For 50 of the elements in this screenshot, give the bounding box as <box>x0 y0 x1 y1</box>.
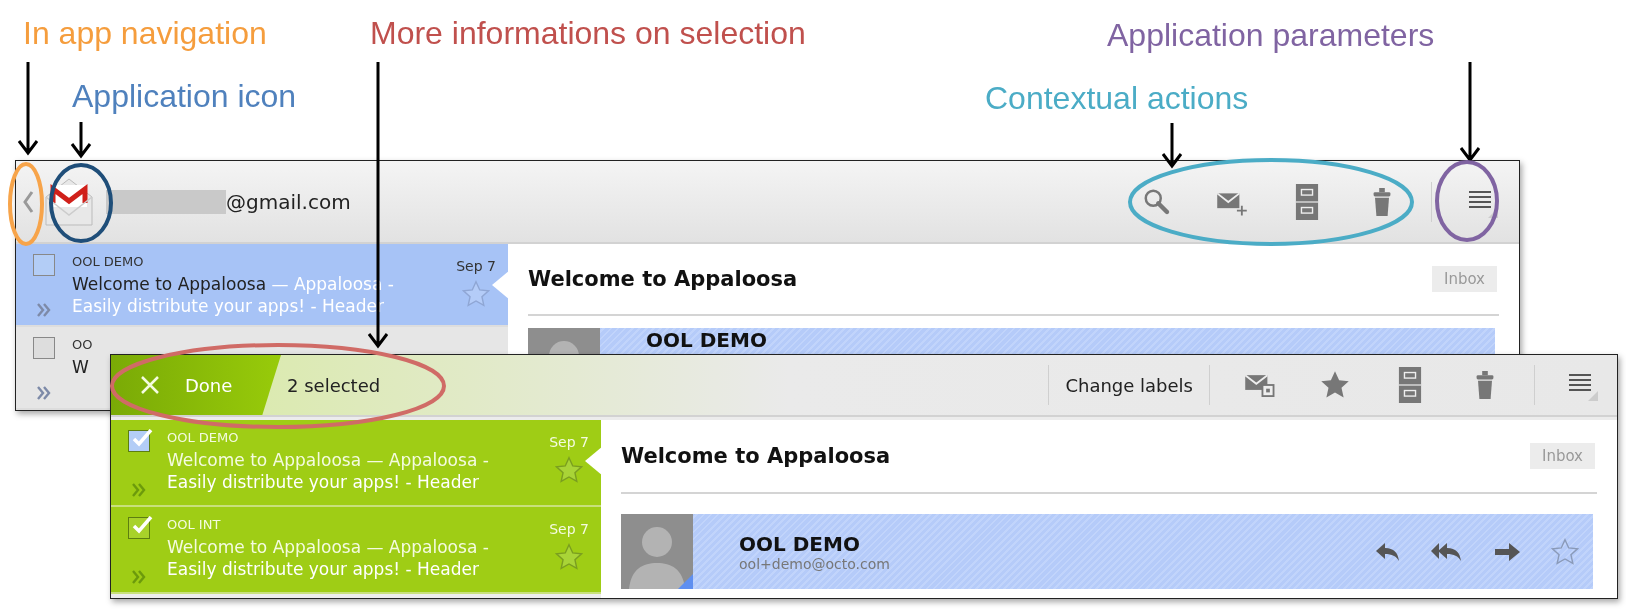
star-outline-icon[interactable] <box>555 456 583 484</box>
star-outline-icon[interactable] <box>462 280 490 308</box>
reply-all-icon[interactable] <box>1431 540 1463 563</box>
inbox-label[interactable]: Inbox <box>1431 266 1497 292</box>
expand-icon[interactable] <box>36 386 52 400</box>
annotation-arrow <box>70 120 92 159</box>
message-title: Welcome to Appaloosa <box>528 267 798 291</box>
annotation-label: Application icon <box>72 78 297 115</box>
annotation-label: Application parameters <box>1107 17 1435 54</box>
account-email: @gmail.com <box>226 189 351 214</box>
message-date: Sep 7 <box>456 258 496 274</box>
checkbox[interactable] <box>128 517 150 539</box>
message-row[interactable]: OOL DEMO Welcome to Appaloosa — Appaloosa - Easily distribute your apps! - Header Sep 7 <box>111 420 601 507</box>
sender: OO <box>72 337 94 352</box>
expand-icon[interactable] <box>36 303 52 317</box>
checkbox[interactable] <box>128 430 150 452</box>
message-preview: Welcome to Appaloosa — Appaloosa - Easily distribute your apps! - Header <box>167 449 490 493</box>
message-date: Sep 7 <box>549 521 589 537</box>
trash-icon[interactable] <box>1474 371 1495 399</box>
archive-icon[interactable] <box>1396 367 1423 403</box>
sender-email: ool+demo@octo.com <box>739 555 890 572</box>
annotation-label: In app navigation <box>23 15 267 52</box>
close-icon <box>141 376 159 394</box>
inbox-label[interactable]: Inbox <box>1529 443 1595 469</box>
archive-icon[interactable] <box>1293 183 1320 220</box>
message-preview: Welcome to Appaloosa — Appaloosa - Easily distribute your apps! - Header <box>167 536 490 580</box>
sender-name: OOL DEMO <box>646 328 767 352</box>
message-row[interactable]: OOL INT Welcome to Appaloosa — Appaloosa - Easily distribute your apps! - Header Sep 7 <box>111 507 601 594</box>
sender: OOL INT <box>167 517 222 532</box>
sender-name: OOL DEMO <box>739 531 861 556</box>
change-labels-button[interactable]: Change labels <box>1061 374 1197 396</box>
annotation-arrow <box>1161 121 1183 169</box>
forward-icon[interactable] <box>1493 541 1521 562</box>
star-icon[interactable] <box>1319 370 1350 400</box>
message-preview: W <box>72 356 90 378</box>
star-outline-icon[interactable] <box>555 543 583 571</box>
sender: OOL DEMO <box>72 254 145 269</box>
checkbox[interactable] <box>33 337 55 359</box>
checkbox[interactable] <box>33 254 55 276</box>
back-icon[interactable] <box>22 189 34 214</box>
trash-icon[interactable] <box>1371 187 1392 216</box>
reply-icon[interactable] <box>1375 540 1401 563</box>
message-date: Sep 7 <box>549 434 589 450</box>
annotation-label: Contextual actions <box>985 80 1249 117</box>
annotation-label: More informations on selection <box>370 15 806 52</box>
sender: OOL DEMO <box>167 430 240 445</box>
selection-count: 2 selected <box>287 374 381 396</box>
message-title: Welcome to Appaloosa <box>621 444 891 468</box>
done-button[interactable]: Done <box>111 355 281 415</box>
star-outline-icon[interactable] <box>1551 537 1579 566</box>
